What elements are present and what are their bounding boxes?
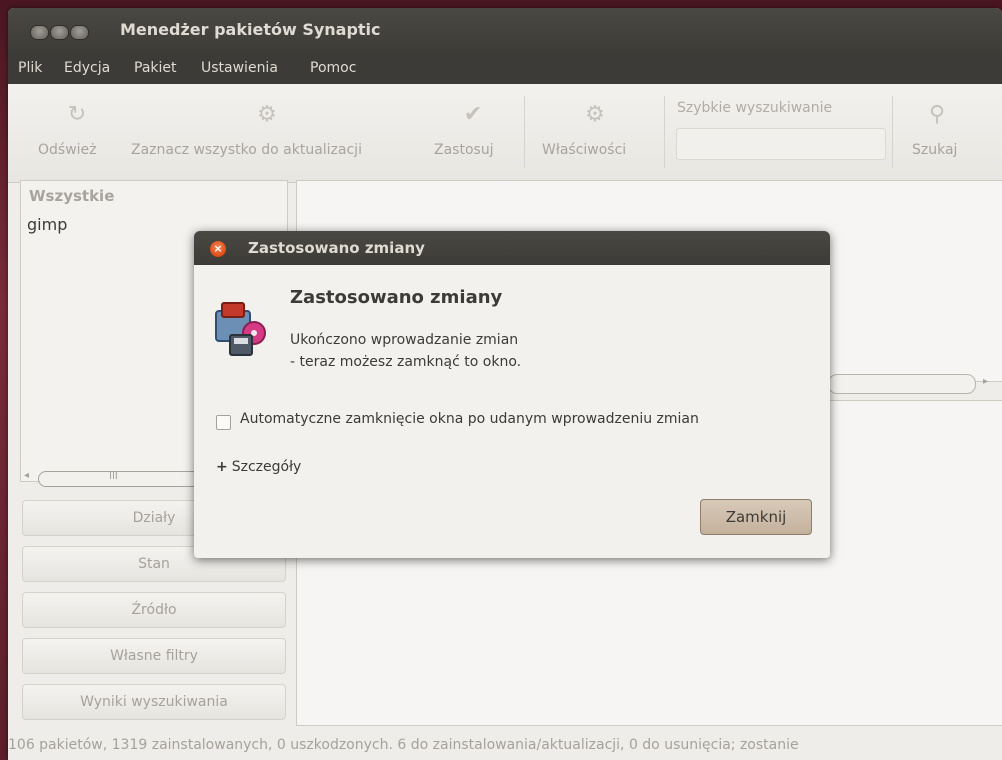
dialog-message-line2: - teraz możesz zamknąć to okno. [290, 354, 522, 370]
filter-button-search-results[interactable]: Wyniki wyszukiwania [22, 684, 286, 720]
search-button[interactable]: ⚲ Szukaj [904, 84, 974, 182]
scroll-right-arrow-icon[interactable]: ▸ [983, 376, 988, 387]
status-bar: 106 pakietów, 1319 zainstalowanych, 0 us… [8, 730, 1002, 760]
changes-applied-dialog: × Zastosowano zmiany Zastosowano zmiany … [194, 231, 830, 558]
menu-plik[interactable]: Plik [18, 60, 42, 76]
toolbar-separator [664, 96, 665, 168]
filter-button-custom[interactable]: Własne filtry [22, 638, 286, 674]
mark-all-upgrades-button[interactable]: ⚙ Zaznacz wszystko do aktualizacji [126, 84, 426, 182]
menubar: Plik Edycja Pakiet Ustawienia Pomoc [8, 56, 1002, 84]
window-minimize-icon[interactable] [50, 25, 69, 40]
scrollbar-thumb[interactable]: III [38, 471, 200, 487]
mark-all-icon: ⚙ [257, 102, 277, 127]
window-titlebar[interactable]: Menedżer pakietów Synaptic [8, 8, 1002, 56]
search-label: Szukaj [912, 142, 958, 158]
menu-pomoc[interactable]: Pomoc [310, 60, 356, 76]
section-list-header[interactable]: Wszystkie [29, 187, 114, 205]
menu-ustawienia[interactable]: Ustawienia [201, 60, 278, 76]
search-icon: ⚲ [928, 102, 946, 127]
toolbar-separator [524, 96, 525, 168]
apply-icon: ✔ [463, 102, 483, 127]
details-expander[interactable]: + Szczegóły [216, 459, 301, 475]
section-item-gimp[interactable]: gimp [27, 215, 67, 234]
apply-label: Zastosuj [434, 142, 494, 158]
toolbar-separator [892, 96, 893, 168]
menu-edycja[interactable]: Edycja [64, 60, 110, 76]
window-close-icon[interactable] [30, 25, 49, 40]
expander-plus-icon: + [216, 459, 228, 475]
refresh-label: Odśwież [38, 142, 97, 158]
close-button[interactable]: Zamknij [700, 499, 812, 535]
properties-button[interactable]: ⚙ Właściwości [536, 84, 654, 182]
window-title: Menedżer pakietów Synaptic [120, 20, 381, 39]
window-maximize-icon[interactable] [70, 25, 89, 40]
scroll-left-arrow-icon[interactable]: ◂ [24, 470, 29, 481]
mark-all-label: Zaznacz wszystko do aktualizacji [131, 142, 362, 158]
toolbar: ↻ Odśwież ⚙ Zaznacz wszystko do aktualiz… [8, 84, 1002, 183]
scrollbar-grip: III [109, 471, 118, 482]
menu-pakiet[interactable]: Pakiet [134, 60, 177, 76]
details-expander-label: Szczegóły [231, 459, 302, 475]
properties-label: Właściwości [542, 142, 627, 158]
refresh-button[interactable]: ↻ Odśwież [34, 84, 120, 182]
quick-search-input[interactable] [676, 128, 886, 160]
quick-search-label: Szybkie wyszukiwanie [677, 100, 833, 116]
apply-button[interactable]: ✔ Zastosuj [432, 84, 512, 182]
auto-close-checkbox-label[interactable]: Automatyczne zamknięcie okna po udanym w… [240, 411, 699, 427]
dialog-title: Zastosowano zmiany [248, 239, 425, 257]
dialog-titlebar[interactable]: × Zastosowano zmiany [194, 231, 830, 265]
dialog-message-line1: Ukończono wprowadzanie zmian [290, 332, 519, 348]
refresh-icon: ↻ [67, 102, 87, 127]
package-install-icon [215, 302, 266, 356]
dialog-close-icon[interactable]: × [210, 241, 226, 257]
dialog-heading: Zastosowano zmiany [290, 287, 503, 308]
properties-icon: ⚙ [585, 102, 605, 127]
filter-button-origin[interactable]: Źródło [22, 592, 286, 628]
package-list-scrollbar[interactable] [828, 374, 976, 394]
auto-close-checkbox[interactable] [216, 415, 231, 430]
